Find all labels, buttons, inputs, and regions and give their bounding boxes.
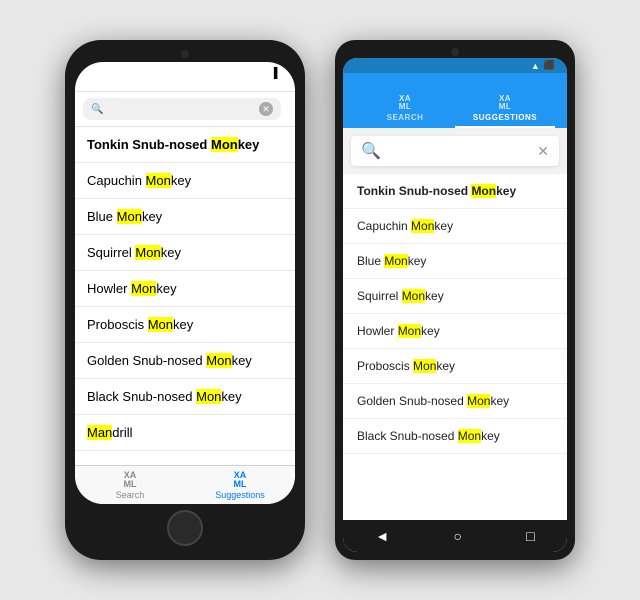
iphone-list-item[interactable]: Capuchin Monkey xyxy=(75,163,295,199)
android-device: ▲ ⬛ XAMLSEARCHXAMLSUGGESTIONS 🔍 ✕ Tonkin… xyxy=(335,40,575,560)
android-list-item[interactable]: Black Snub-nosed Monkey xyxy=(343,419,567,454)
android-tab-search[interactable]: XAMLSEARCH xyxy=(355,89,455,128)
android-list-item[interactable]: Blue Monkey xyxy=(343,244,567,279)
android-battery-icon: ⬛ xyxy=(544,60,555,71)
android-wifi-icon: ▲ xyxy=(531,61,540,71)
android-list-item[interactable]: Capuchin Monkey xyxy=(343,209,567,244)
back-button[interactable]: ◄ xyxy=(375,528,389,544)
android-content: 🔍 ✕ Tonkin Snub-nosed MonkeyCapuchin Mon… xyxy=(343,128,567,520)
android-list-item[interactable]: Tonkin Snub-nosed Monkey xyxy=(343,174,567,209)
iphone-tab-suggestions[interactable]: XAMLSuggestions xyxy=(185,472,295,500)
home-button[interactable]: ○ xyxy=(453,528,461,544)
android-search-bar[interactable]: 🔍 ✕ xyxy=(351,136,559,166)
iphone-camera xyxy=(181,50,189,58)
iphone-search-input-box[interactable]: 🔍 ✕ xyxy=(83,98,281,120)
iphone-list-item[interactable]: Blue Monkey xyxy=(75,199,295,235)
iphone-list-item[interactable]: Howler Monkey xyxy=(75,271,295,307)
iphone-list-item[interactable]: Squirrel Monkey xyxy=(75,235,295,271)
android-list-item[interactable]: Squirrel Monkey xyxy=(343,279,567,314)
recents-button[interactable]: □ xyxy=(526,528,534,544)
iphone-tab-search[interactable]: XAMLSearch xyxy=(75,472,185,500)
android-nav-bar: ◄ ○ □ xyxy=(343,520,567,552)
iphone-list-item[interactable]: Proboscis Monkey xyxy=(75,307,295,343)
android-clear-button[interactable]: ✕ xyxy=(537,143,549,160)
android-tab-suggestions[interactable]: XAMLSUGGESTIONS xyxy=(455,89,555,128)
android-screen: ▲ ⬛ XAMLSEARCHXAMLSUGGESTIONS 🔍 ✕ Tonkin… xyxy=(343,58,567,552)
iphone-status-bar: ▌ xyxy=(75,62,295,81)
iphone-device: ▌ 🔍 ✕ Tonkin Snub-nosed MonkeyCapuchin M… xyxy=(65,40,305,560)
android-list-item[interactable]: Proboscis Monkey xyxy=(343,349,567,384)
android-status-bar: ▲ ⬛ xyxy=(343,58,567,73)
battery-icon: ▌ xyxy=(274,68,281,79)
iphone-tabbar: XAMLSearchXAMLSuggestions xyxy=(75,465,295,504)
iphone-search-bar: 🔍 ✕ xyxy=(75,92,295,127)
android-search-icon: 🔍 xyxy=(361,141,381,161)
iphone-list-item[interactable]: Golden Snub-nosed Monkey xyxy=(75,343,295,379)
android-header: XAMLSEARCHXAMLSUGGESTIONS xyxy=(343,73,567,128)
android-results-list: Tonkin Snub-nosed MonkeyCapuchin MonkeyB… xyxy=(343,174,567,520)
iphone-home-button[interactable] xyxy=(167,510,203,546)
iphone-list-item[interactable]: Black Snub-nosed Monkey xyxy=(75,379,295,415)
android-app-title xyxy=(355,81,555,89)
iphone-results-list: Tonkin Snub-nosed MonkeyCapuchin MonkeyB… xyxy=(75,127,295,465)
android-list-item[interactable]: Golden Snub-nosed Monkey xyxy=(343,384,567,419)
android-camera xyxy=(451,48,459,56)
android-tabs: XAMLSEARCHXAMLSUGGESTIONS xyxy=(355,89,555,128)
iphone-app-title xyxy=(75,81,295,92)
android-list-item[interactable]: Howler Monkey xyxy=(343,314,567,349)
iphone-screen: ▌ 🔍 ✕ Tonkin Snub-nosed MonkeyCapuchin M… xyxy=(75,62,295,504)
iphone-list-item[interactable]: Tonkin Snub-nosed Monkey xyxy=(75,127,295,163)
clear-button[interactable]: ✕ xyxy=(259,102,273,116)
search-icon: 🔍 xyxy=(91,104,103,115)
iphone-list-item[interactable]: Mandrill xyxy=(75,415,295,451)
